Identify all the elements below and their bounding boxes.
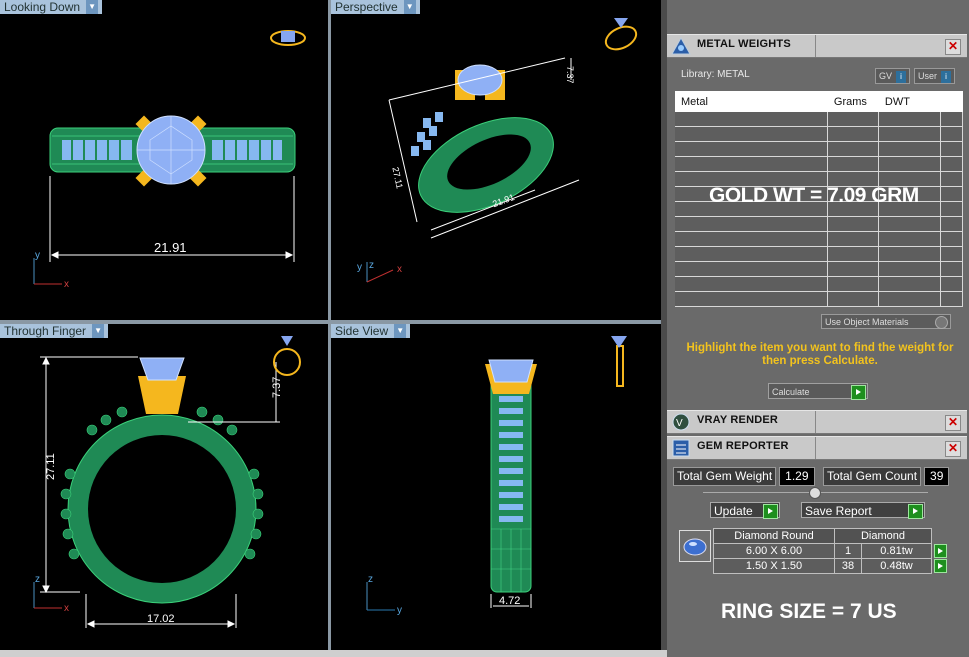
viewport-tab-perspective[interactable]: Perspective ▼ — [331, 0, 420, 14]
table-row[interactable] — [675, 291, 964, 307]
table-row[interactable] — [675, 141, 964, 157]
table-row[interactable] — [675, 231, 964, 247]
table-row[interactable] — [675, 276, 964, 292]
radio-icon — [935, 316, 948, 329]
table-row[interactable] — [675, 246, 964, 262]
gem-table: Diamond Round Diamond 6.00 X 6.00 1 0.81… — [713, 528, 948, 574]
table-row[interactable] — [675, 126, 964, 142]
play-icon — [908, 504, 923, 519]
svg-text:V: V — [676, 418, 683, 429]
table-row[interactable] — [675, 216, 964, 232]
total-gem-count-value[interactable]: 39 — [924, 467, 950, 486]
chevron-down-icon[interactable]: ▼ — [92, 324, 105, 338]
svg-text:x: x — [397, 264, 402, 275]
total-gem-weight: Total Gem Weight 1.29 — [673, 467, 815, 486]
viewport-divider-horizontal[interactable] — [0, 320, 661, 324]
chevron-down-icon[interactable]: ▼ — [86, 0, 99, 14]
table-row[interactable]: 1.50 X 1.50 38 0.48tw — [713, 558, 948, 574]
info-icon: i — [896, 71, 907, 83]
ring-top-view: 21.91 y x — [33, 30, 306, 290]
chevron-down-icon[interactable]: ▼ — [403, 0, 416, 14]
close-icon[interactable]: ✕ — [945, 441, 961, 457]
diamond-icon — [679, 530, 711, 562]
table-row[interactable] — [675, 261, 964, 277]
ring-thumbnail-icon — [273, 336, 301, 376]
ring-thumbnail-icon — [270, 30, 306, 46]
gem-reporter-header[interactable]: GEM REPORTER ✕ — [667, 436, 967, 460]
gv-toggle[interactable]: GV i — [875, 68, 911, 84]
column-header-diamond: Diamond — [834, 528, 932, 544]
library-label: Library: METAL — [681, 69, 750, 80]
svg-text:z: z — [368, 574, 373, 585]
status-bar — [0, 650, 667, 657]
svg-text:y: y — [357, 262, 362, 273]
viewport-looking-down[interactable]: 21.91 y x Looking Down ▼ — [0, 0, 328, 320]
table-row[interactable]: 6.00 X 6.00 1 0.81tw — [713, 543, 948, 559]
column-header-grams: Grams — [827, 91, 879, 112]
column-header-diamond-round: Diamond Round — [713, 528, 835, 544]
update-button[interactable]: Update — [710, 502, 780, 519]
right-panel: METAL WEIGHTS ✕ Library: METAL GV i User i… — [667, 0, 969, 657]
column-header-metal: Metal — [675, 91, 828, 112]
slider-handle[interactable] — [809, 487, 821, 499]
dimension-width: 21.91 — [154, 240, 187, 255]
svg-text:y: y — [397, 605, 402, 616]
svg-text:27.11: 27.11 — [390, 166, 404, 189]
ring-perspective-view: 7.37 27.11 21.91 y z x — [357, 18, 638, 283]
metal-weights-header[interactable]: METAL WEIGHTS ✕ — [667, 34, 967, 58]
svg-text:x: x — [64, 603, 69, 614]
use-object-materials-toggle[interactable]: Use Object Materials — [821, 314, 951, 329]
gold-weight-annotation: GOLD WT = 7.09 GRM — [709, 184, 919, 207]
svg-text:7.37: 7.37 — [271, 377, 283, 398]
viewport-divider-vertical[interactable] — [328, 0, 331, 650]
ring-thumbnail-icon — [611, 336, 627, 387]
vray-render-header[interactable]: V VRAY RENDER ✕ — [667, 410, 967, 434]
ring-size-annotation: RING SIZE = 7 US — [721, 600, 897, 623]
play-icon — [851, 385, 866, 400]
svg-text:y: y — [35, 250, 40, 261]
viewport-side-view[interactable]: 4.72 z y Side View ▼ — [331, 324, 661, 650]
user-toggle[interactable]: User i — [914, 68, 956, 84]
svg-text:17.02: 17.02 — [147, 613, 175, 625]
metal-weights-icon — [671, 36, 691, 55]
play-icon[interactable] — [934, 559, 948, 573]
play-icon[interactable] — [934, 544, 947, 558]
viewport-tab-through-finger[interactable]: Through Finger ▼ — [0, 324, 109, 338]
total-gem-count: Total Gem Count 39 — [823, 467, 950, 486]
close-icon[interactable]: ✕ — [945, 39, 961, 55]
total-gem-weight-value[interactable]: 1.29 — [779, 467, 815, 486]
ring-thumbnail-icon — [604, 18, 638, 51]
play-icon — [763, 504, 778, 519]
vray-icon: V — [672, 413, 690, 431]
save-report-button[interactable]: Save Report — [801, 502, 925, 519]
viewport-perspective[interactable]: 7.37 27.11 21.91 y z x Perspective ▼ — [331, 0, 661, 320]
chevron-down-icon[interactable]: ▼ — [394, 324, 407, 338]
close-icon[interactable]: ✕ — [945, 415, 961, 431]
ring-front-view: 27.11 7.37 17.02 z x — [33, 336, 301, 628]
table-row[interactable] — [675, 156, 964, 172]
svg-text:4.72: 4.72 — [499, 595, 520, 607]
viewport-tab-looking-down[interactable]: Looking Down ▼ — [0, 0, 103, 14]
column-header-dwt: DWT — [878, 91, 941, 112]
info-icon: i — [941, 71, 952, 83]
svg-text:x: x — [64, 279, 69, 290]
viewport-tab-side-view[interactable]: Side View ▼ — [331, 324, 411, 338]
calculate-hint: Highlight the item you want to find the … — [686, 342, 954, 367]
svg-text:z: z — [35, 574, 40, 585]
calculate-button[interactable]: Calculate — [768, 383, 868, 400]
table-row[interactable] — [675, 112, 964, 127]
ring-side-view: 4.72 z y — [366, 336, 627, 616]
svg-text:7.37: 7.37 — [565, 66, 575, 84]
svg-text:27.11: 27.11 — [45, 453, 57, 480]
gem-report-icon — [672, 439, 690, 457]
gem-slider[interactable] — [703, 487, 928, 499]
viewport-through-finger[interactable]: 27.11 7.37 17.02 z x Through Finger ▼ — [0, 324, 328, 650]
svg-text:z: z — [369, 260, 374, 271]
